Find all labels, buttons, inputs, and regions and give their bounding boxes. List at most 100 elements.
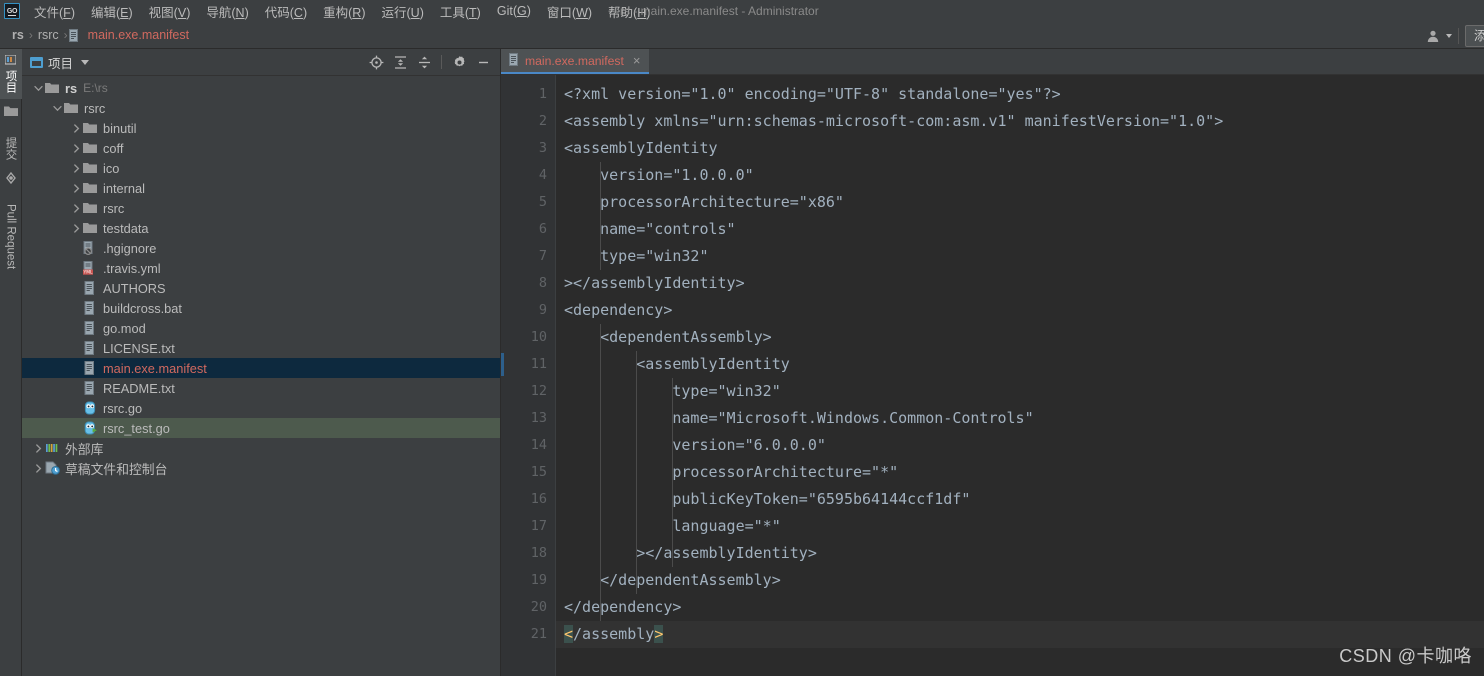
chevron-down-icon[interactable] <box>81 59 90 65</box>
tree-row-.hgignore[interactable]: .hgignore <box>22 238 500 258</box>
project-file-tree[interactable]: rs E:\rs rsrc binutil coff ico internal rsrc tes… <box>22 75 500 676</box>
code-line[interactable]: processorArchitecture="x86" <box>556 189 1484 216</box>
tree-row-ico[interactable]: ico <box>22 158 500 178</box>
line-number: 12 <box>530 383 547 399</box>
minimize-icon[interactable] <box>472 51 494 73</box>
chevron-right-icon[interactable] <box>70 222 82 234</box>
menu-items: 文件(F) 编辑(E) 视图(V) 导航(N) 代码(C) 重构(R) 运行(U) 工具(T)… <box>26 0 658 23</box>
tree-row-coff[interactable]: coff <box>22 138 500 158</box>
code-line[interactable]: <assemblyIdentity <box>556 135 1484 162</box>
code-line[interactable]: processorArchitecture="*" <box>556 459 1484 486</box>
menu-git[interactable]: Git(G) <box>489 2 539 20</box>
project-panel-title-box[interactable]: 项目 <box>30 53 90 72</box>
breadcrumb-folder[interactable]: rsrc <box>34 27 63 43</box>
chevron-down-icon[interactable] <box>51 102 63 114</box>
menu-run[interactable]: 运行(U) <box>373 0 431 23</box>
menu-window[interactable]: 窗口(W) <box>539 0 600 23</box>
chevron-right-icon[interactable] <box>70 122 82 134</box>
code-line[interactable]: language="*" <box>556 513 1484 540</box>
tree-row-rsrc[interactable]: rsrc <box>22 98 500 118</box>
tree-row-binutil[interactable]: binutil <box>22 118 500 138</box>
tree-row-buildcross.bat[interactable]: buildcross.bat <box>22 298 500 318</box>
tree-row-.travis.yml[interactable]: YML .travis.yml <box>22 258 500 278</box>
code-line[interactable]: <assemblyIdentity <box>556 351 1484 378</box>
tree-row-rs[interactable]: rs E:\rs <box>22 78 500 98</box>
tree-row-label: ico <box>103 160 120 176</box>
code-line[interactable]: version="6.0.0.0" <box>556 432 1484 459</box>
menu-code[interactable]: 代码(C) <box>257 0 315 23</box>
locate-icon[interactable] <box>365 51 387 73</box>
line-number: 14 <box>530 437 547 453</box>
toolwindow-folder[interactable] <box>0 99 22 123</box>
tree-row-README.txt[interactable]: README.txt <box>22 378 500 398</box>
code-line[interactable]: publicKeyToken="6595b64144ccf1df" <box>556 486 1484 513</box>
tree-row-[interactable]: 草稿文件和控制台 <box>22 458 500 478</box>
tree-row-label: internal <box>103 180 145 196</box>
tree-row-rsrc.go[interactable]: rsrc.go <box>22 398 500 418</box>
toolwindow-structure[interactable] <box>0 166 22 190</box>
code-line[interactable]: name="controls" <box>556 216 1484 243</box>
chevron-right-icon[interactable] <box>70 202 82 214</box>
code-line[interactable]: </dependency> <box>556 594 1484 621</box>
menu-label: 重构(R) <box>323 5 366 20</box>
gear-icon[interactable] <box>448 51 470 73</box>
code-line[interactable]: <?xml version="1.0" encoding="UTF-8" sta… <box>556 81 1484 108</box>
tree-row-rsrc_test.go[interactable]: rsrc_test.go <box>22 418 500 438</box>
code-line[interactable]: ></assemblyIdentity> <box>556 270 1484 297</box>
tree-row-AUTHORS[interactable]: AUTHORS <box>22 278 500 298</box>
breadcrumb-root[interactable]: rs <box>8 27 28 43</box>
tree-row-[interactable]: 外部库 <box>22 438 500 458</box>
menu-tools[interactable]: 工具(T) <box>432 0 489 23</box>
toolwindow-commit[interactable]: 提交 <box>0 131 22 166</box>
code-content[interactable]: <?xml version="1.0" encoding="UTF-8" sta… <box>556 75 1484 676</box>
line-number: 4 <box>538 167 547 183</box>
line-number: 17 <box>530 518 547 534</box>
chevron-down-icon[interactable] <box>1445 33 1452 38</box>
code-line[interactable]: <dependentAssembly> <box>556 324 1484 351</box>
tree-row-go.mod[interactable]: go.mod <box>22 318 500 338</box>
code-line[interactable]: </assembly> <box>556 621 1484 648</box>
expand-all-icon[interactable] <box>389 51 411 73</box>
tree-row-label: .hgignore <box>103 240 157 256</box>
tree-row-testdata[interactable]: testdata <box>22 218 500 238</box>
menu-edit[interactable]: 编辑(E) <box>83 0 141 23</box>
library-icon <box>44 440 60 456</box>
main-body: 项目 提交 Pull Request 项目 rs E:\rs rsrc binu… <box>0 49 1484 676</box>
line-number: 13 <box>530 410 547 426</box>
code-line[interactable]: ></assemblyIdentity> <box>556 540 1484 567</box>
code-line[interactable]: <assembly xmlns="urn:schemas-microsoft-c… <box>556 108 1484 135</box>
tree-row-main.exe.manifest[interactable]: main.exe.manifest <box>22 358 500 378</box>
menu-navigate[interactable]: 导航(N) <box>198 0 256 23</box>
close-icon[interactable]: × <box>633 54 641 67</box>
person-icon[interactable] <box>1422 25 1444 47</box>
add-button[interactable]: 添加 <box>1464 24 1484 47</box>
chevron-right-icon[interactable] <box>70 162 82 174</box>
menu-refactor[interactable]: 重构(R) <box>315 0 373 23</box>
code-line[interactable]: type="win32" <box>556 243 1484 270</box>
chevron-down-icon[interactable] <box>32 82 44 94</box>
menu-file[interactable]: 文件(F) <box>26 0 83 23</box>
code-editor[interactable]: 1 2 3 4 5 6 7 8 9 10 11 12 13 14 15 16 17 18 19 20 21 <?xml … <box>501 75 1484 676</box>
chevron-right-icon[interactable] <box>70 142 82 154</box>
code-line[interactable]: version="1.0.0.0" <box>556 162 1484 189</box>
tree-row-internal[interactable]: internal <box>22 178 500 198</box>
editor-tab-main-exe-manifest[interactable]: main.exe.manifest × <box>501 49 649 74</box>
editor-tab-bar: main.exe.manifest × <box>501 49 1484 75</box>
code-line[interactable]: type="win32" <box>556 378 1484 405</box>
breadcrumb-file[interactable]: main.exe.manifest <box>84 27 193 43</box>
code-line[interactable]: name="Microsoft.Windows.Common-Controls" <box>556 405 1484 432</box>
tree-row-LICENSE.txt[interactable]: LICENSE.txt <box>22 338 500 358</box>
toolwindow-pull-request[interactable]: Pull Request <box>2 198 20 275</box>
chevron-right-icon[interactable] <box>32 442 44 454</box>
collapse-all-icon[interactable] <box>413 51 435 73</box>
tree-row-label: rsrc.go <box>103 400 143 416</box>
chevron-right-icon[interactable] <box>70 182 82 194</box>
menu-view[interactable]: 视图(V) <box>141 0 199 23</box>
tree-row-rsrc[interactable]: rsrc <box>22 198 500 218</box>
line-number: 11 <box>501 351 556 378</box>
code-line[interactable]: <dependency> <box>556 297 1484 324</box>
menu-label: Git(G) <box>496 4 531 18</box>
toolwindow-project[interactable]: 项目 <box>0 49 22 99</box>
chevron-right-icon[interactable] <box>32 462 44 474</box>
code-line[interactable]: </dependentAssembly> <box>556 567 1484 594</box>
